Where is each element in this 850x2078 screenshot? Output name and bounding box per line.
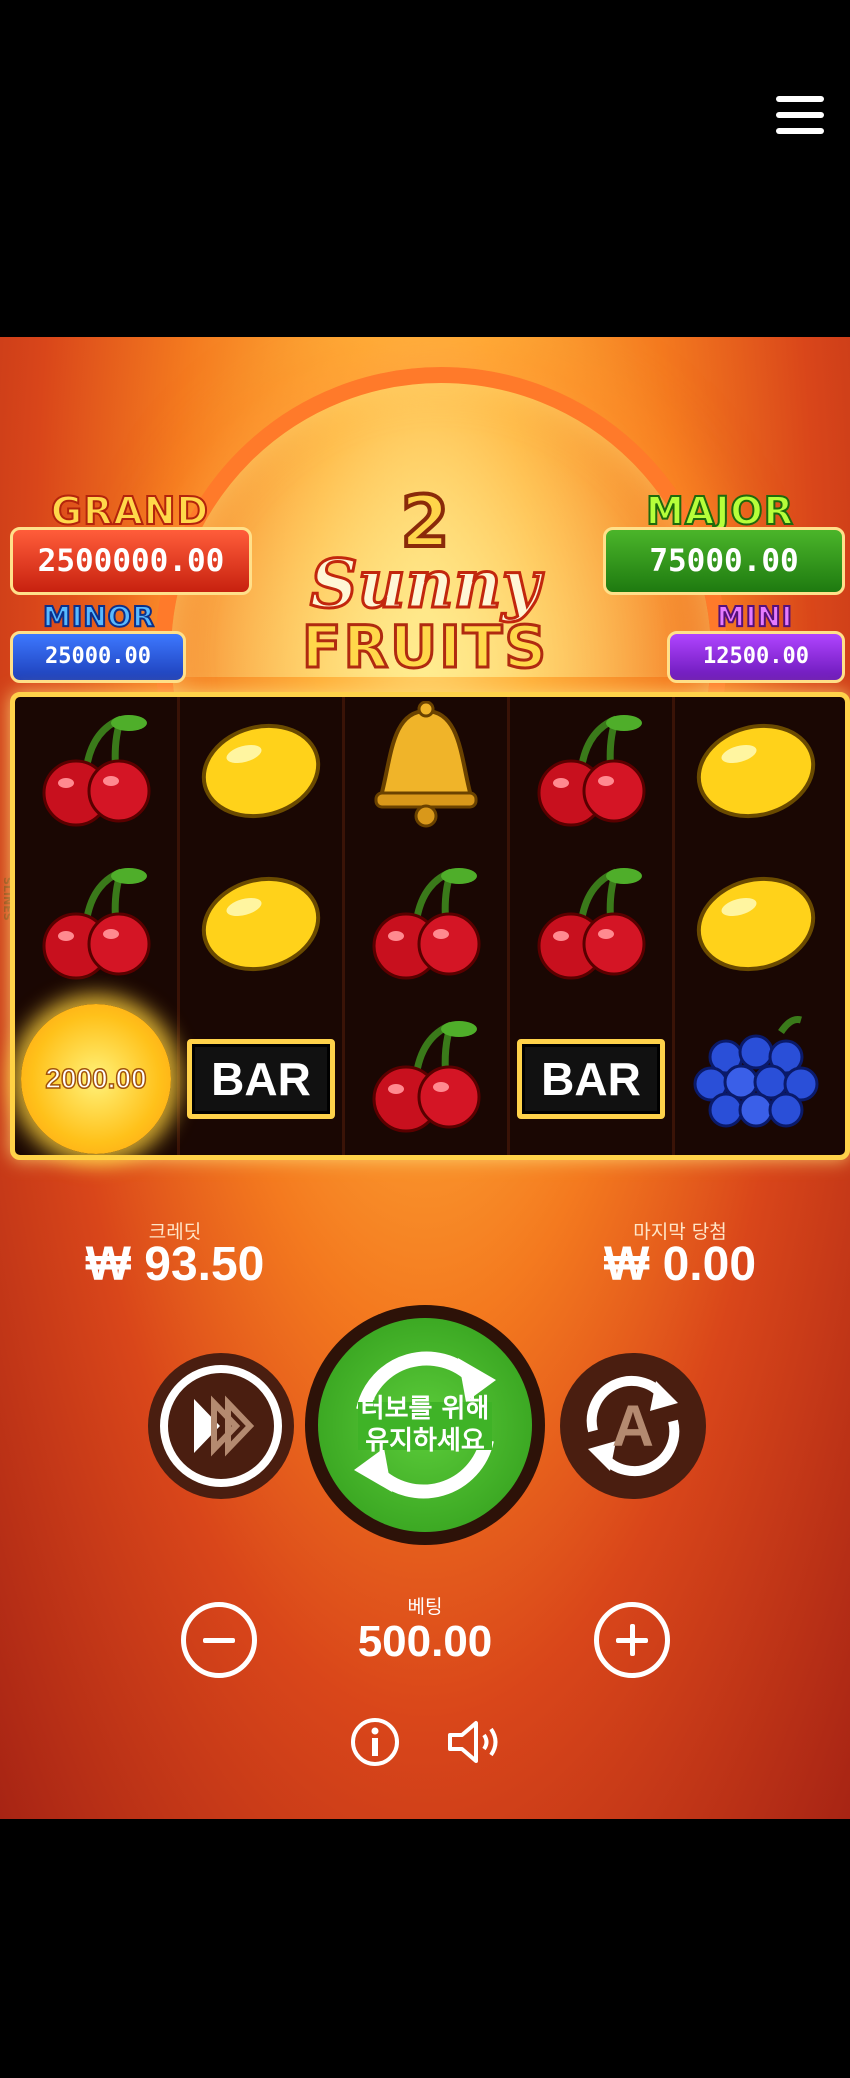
info-button[interactable] bbox=[350, 1717, 400, 1767]
bet-label: 베팅 bbox=[407, 1596, 443, 1618]
reel-5 bbox=[675, 697, 837, 1155]
grapes-icon bbox=[686, 1012, 826, 1146]
autoplay-letter: A bbox=[612, 1393, 654, 1459]
autoplay-button[interactable]: A bbox=[560, 1353, 706, 1499]
cherry-symbol bbox=[345, 1003, 507, 1155]
last-win-value: ₩ 0.00 bbox=[603, 1238, 757, 1291]
lemon-icon bbox=[196, 869, 326, 983]
bar-symbol: BAR bbox=[510, 1003, 672, 1155]
fast-forward-icon bbox=[160, 1365, 282, 1487]
bar-symbol: BAR bbox=[180, 1003, 342, 1155]
cherry-icon bbox=[526, 864, 656, 988]
lemon-icon bbox=[691, 716, 821, 830]
sun-bonus-value: 2000.00 bbox=[21, 1004, 171, 1154]
cherry-icon bbox=[526, 711, 656, 835]
game-stage: GRAND 2500000.00 MAJOR 75000.00 MINOR 25… bbox=[0, 337, 850, 1819]
logo-fruits: FRUITS bbox=[300, 613, 549, 681]
decrease-bet-button[interactable] bbox=[181, 1602, 257, 1678]
cherry-symbol bbox=[510, 850, 672, 1002]
mini-value: 12500.00 bbox=[667, 631, 845, 683]
menu-button[interactable] bbox=[774, 92, 826, 138]
game-logo: 2 Sunny FRUITS bbox=[290, 485, 560, 697]
minus-icon bbox=[203, 1638, 235, 1643]
grand-value: 2500000.00 bbox=[10, 527, 252, 595]
spin-button[interactable]: 터보를 위해 유지하세요 bbox=[305, 1305, 545, 1545]
reel-grid: 2000.00 BAR BAR bbox=[10, 692, 850, 1160]
reel-2: BAR bbox=[180, 697, 345, 1155]
increase-bet-button[interactable] bbox=[594, 1602, 670, 1678]
cherry-icon bbox=[31, 864, 161, 988]
spin-hold-text: 터보를 위해 유지하세요 bbox=[361, 1393, 490, 1457]
minor-value: 25000.00 bbox=[10, 631, 186, 683]
bar-symbol-text: BAR bbox=[517, 1039, 665, 1119]
lemon-symbol bbox=[675, 697, 837, 849]
cherry-symbol bbox=[15, 697, 177, 849]
reel-3 bbox=[345, 697, 510, 1155]
cherry-symbol bbox=[510, 697, 672, 849]
major-value: 75000.00 bbox=[603, 527, 845, 595]
speaker-icon bbox=[448, 1721, 498, 1763]
minor-label: MINOR bbox=[42, 599, 156, 634]
turbo-button[interactable] bbox=[148, 1353, 294, 1499]
cherry-symbol bbox=[345, 850, 507, 1002]
lemon-icon bbox=[196, 716, 326, 830]
cherry-icon bbox=[361, 1017, 491, 1141]
spin-text-line1: 터보를 위해 bbox=[360, 1394, 490, 1424]
reel-4: BAR bbox=[510, 697, 675, 1155]
sun-symbol: 2000.00 bbox=[15, 1003, 177, 1155]
cherry-icon bbox=[361, 864, 491, 988]
lemon-symbol bbox=[180, 697, 342, 849]
logo-sunny: Sunny bbox=[309, 545, 542, 623]
plus-icon-v bbox=[630, 1624, 635, 1656]
lemon-symbol bbox=[675, 850, 837, 1002]
cherry-symbol bbox=[15, 850, 177, 1002]
credit-value: ₩ 93.50 bbox=[85, 1238, 265, 1291]
grapes-symbol bbox=[675, 1003, 837, 1155]
cherry-icon bbox=[31, 711, 161, 835]
bell-icon bbox=[361, 700, 491, 845]
spin-button-face: 터보를 위해 유지하세요 bbox=[318, 1318, 532, 1532]
mini-label: MINI bbox=[716, 599, 794, 634]
bet-value: 500.00 bbox=[357, 1617, 493, 1666]
bar-symbol-text: BAR bbox=[187, 1039, 335, 1119]
sound-button[interactable] bbox=[446, 1717, 506, 1767]
lemon-icon bbox=[691, 869, 821, 983]
reel-1: 2000.00 bbox=[15, 697, 180, 1155]
info-icon bbox=[351, 1718, 399, 1766]
spin-text-line2: 유지하세요 bbox=[365, 1426, 485, 1456]
bell-symbol bbox=[345, 697, 507, 849]
lemon-symbol bbox=[180, 850, 342, 1002]
